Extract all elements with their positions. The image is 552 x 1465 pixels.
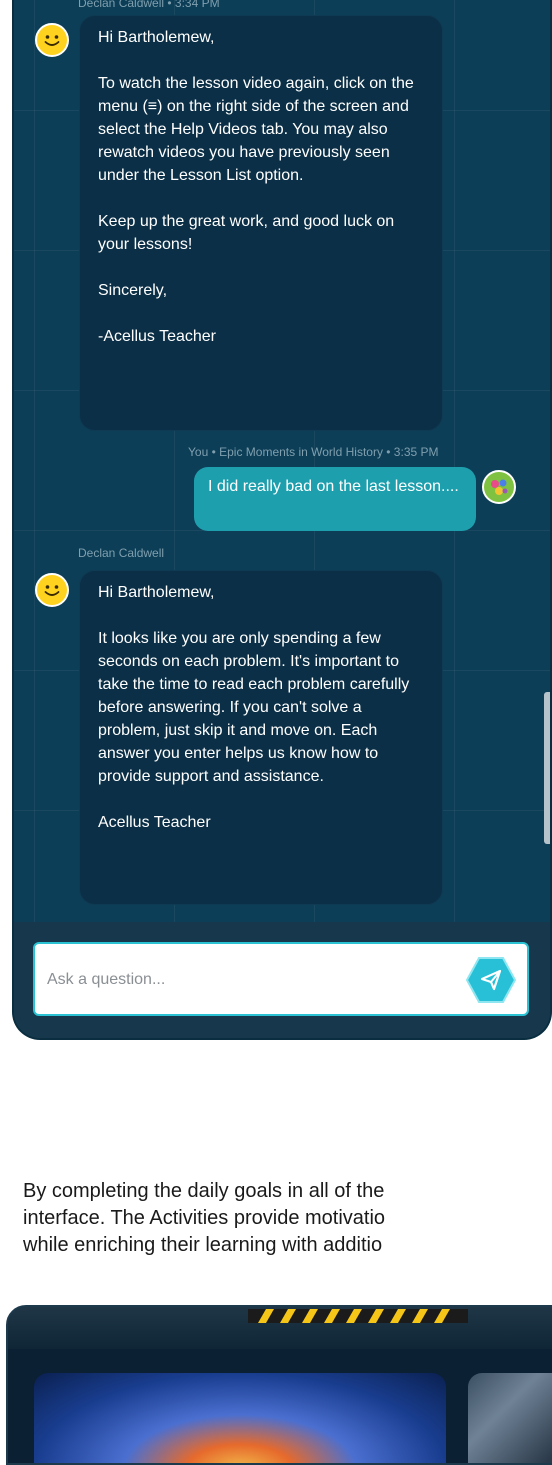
user-message-bubble: I did really bad on the last lesson.... [194,467,476,531]
message-meta: Declan Caldwell • 3:34 PM [78,0,220,10]
chat-input-bar [14,922,550,1038]
message-paragraph: Hi Bartholemew, [98,29,215,46]
message-paragraph: -Acellus Teacher [98,328,216,345]
send-button[interactable] [465,956,517,1004]
question-input[interactable] [45,966,449,994]
smiley-face-icon [35,573,69,607]
message-paragraph: It looks like you are only spending a fe… [98,630,410,785]
paper-plane-icon [465,957,517,1003]
teacher-message-bubble: Hi Bartholemew, To watch the lesson vide… [79,15,443,431]
message-paragraph: Sincerely, [98,282,168,299]
message-paragraph: Acellus Teacher [98,814,211,831]
description-line: while enriching their learning with addi… [23,1234,383,1256]
activity-card-globe [34,1373,446,1463]
user-avatar-icon [482,470,516,504]
description-line: By completing the daily goals in all of … [23,1180,385,1202]
smiley-face-icon [35,23,69,57]
teacher-message-bubble: Hi Bartholemew, It looks like you are on… [79,570,443,905]
message-paragraph: Hi Bartholemew, [98,584,215,601]
chat-panel: Declan Caldwell • 3:34 PM Hi Bartholemew… [14,0,550,1038]
description-text: By completing the daily goals in all of … [23,1178,552,1259]
preview-header-bar [8,1307,552,1349]
activities-preview-image [6,1305,552,1465]
message-meta: You • Epic Moments in World History • 3:… [188,445,439,459]
activity-card-secondary [468,1373,552,1463]
message-meta: Declan Caldwell [78,546,165,560]
scrollbar-thumb[interactable] [544,692,550,844]
message-paragraph: To watch the lesson video again, click o… [98,75,414,184]
message-paragraph: Keep up the great work, and good luck on… [98,213,395,253]
question-input-container[interactable] [33,942,529,1016]
hazard-stripe-decoration [248,1309,468,1323]
description-line: interface. The Activities provide motiva… [23,1207,386,1229]
